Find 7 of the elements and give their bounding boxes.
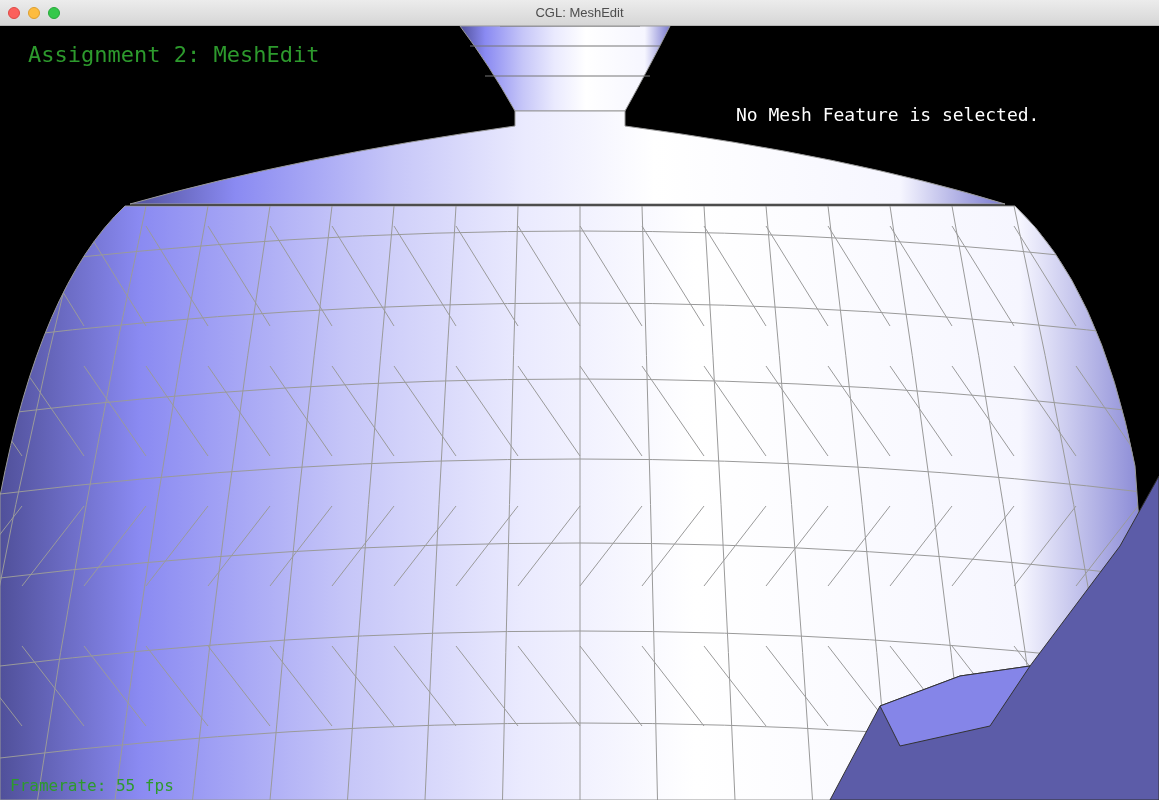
minimize-icon[interactable] [28, 6, 40, 19]
window-title: CGL: MeshEdit [535, 5, 624, 20]
assignment-heading: Assignment 2: MeshEdit [28, 42, 320, 67]
framerate-label: Framerate: 55 fps [10, 776, 174, 795]
selection-status: No Mesh Feature is selected. [736, 104, 1040, 125]
zoom-icon[interactable] [48, 6, 60, 19]
close-icon[interactable] [8, 6, 20, 19]
